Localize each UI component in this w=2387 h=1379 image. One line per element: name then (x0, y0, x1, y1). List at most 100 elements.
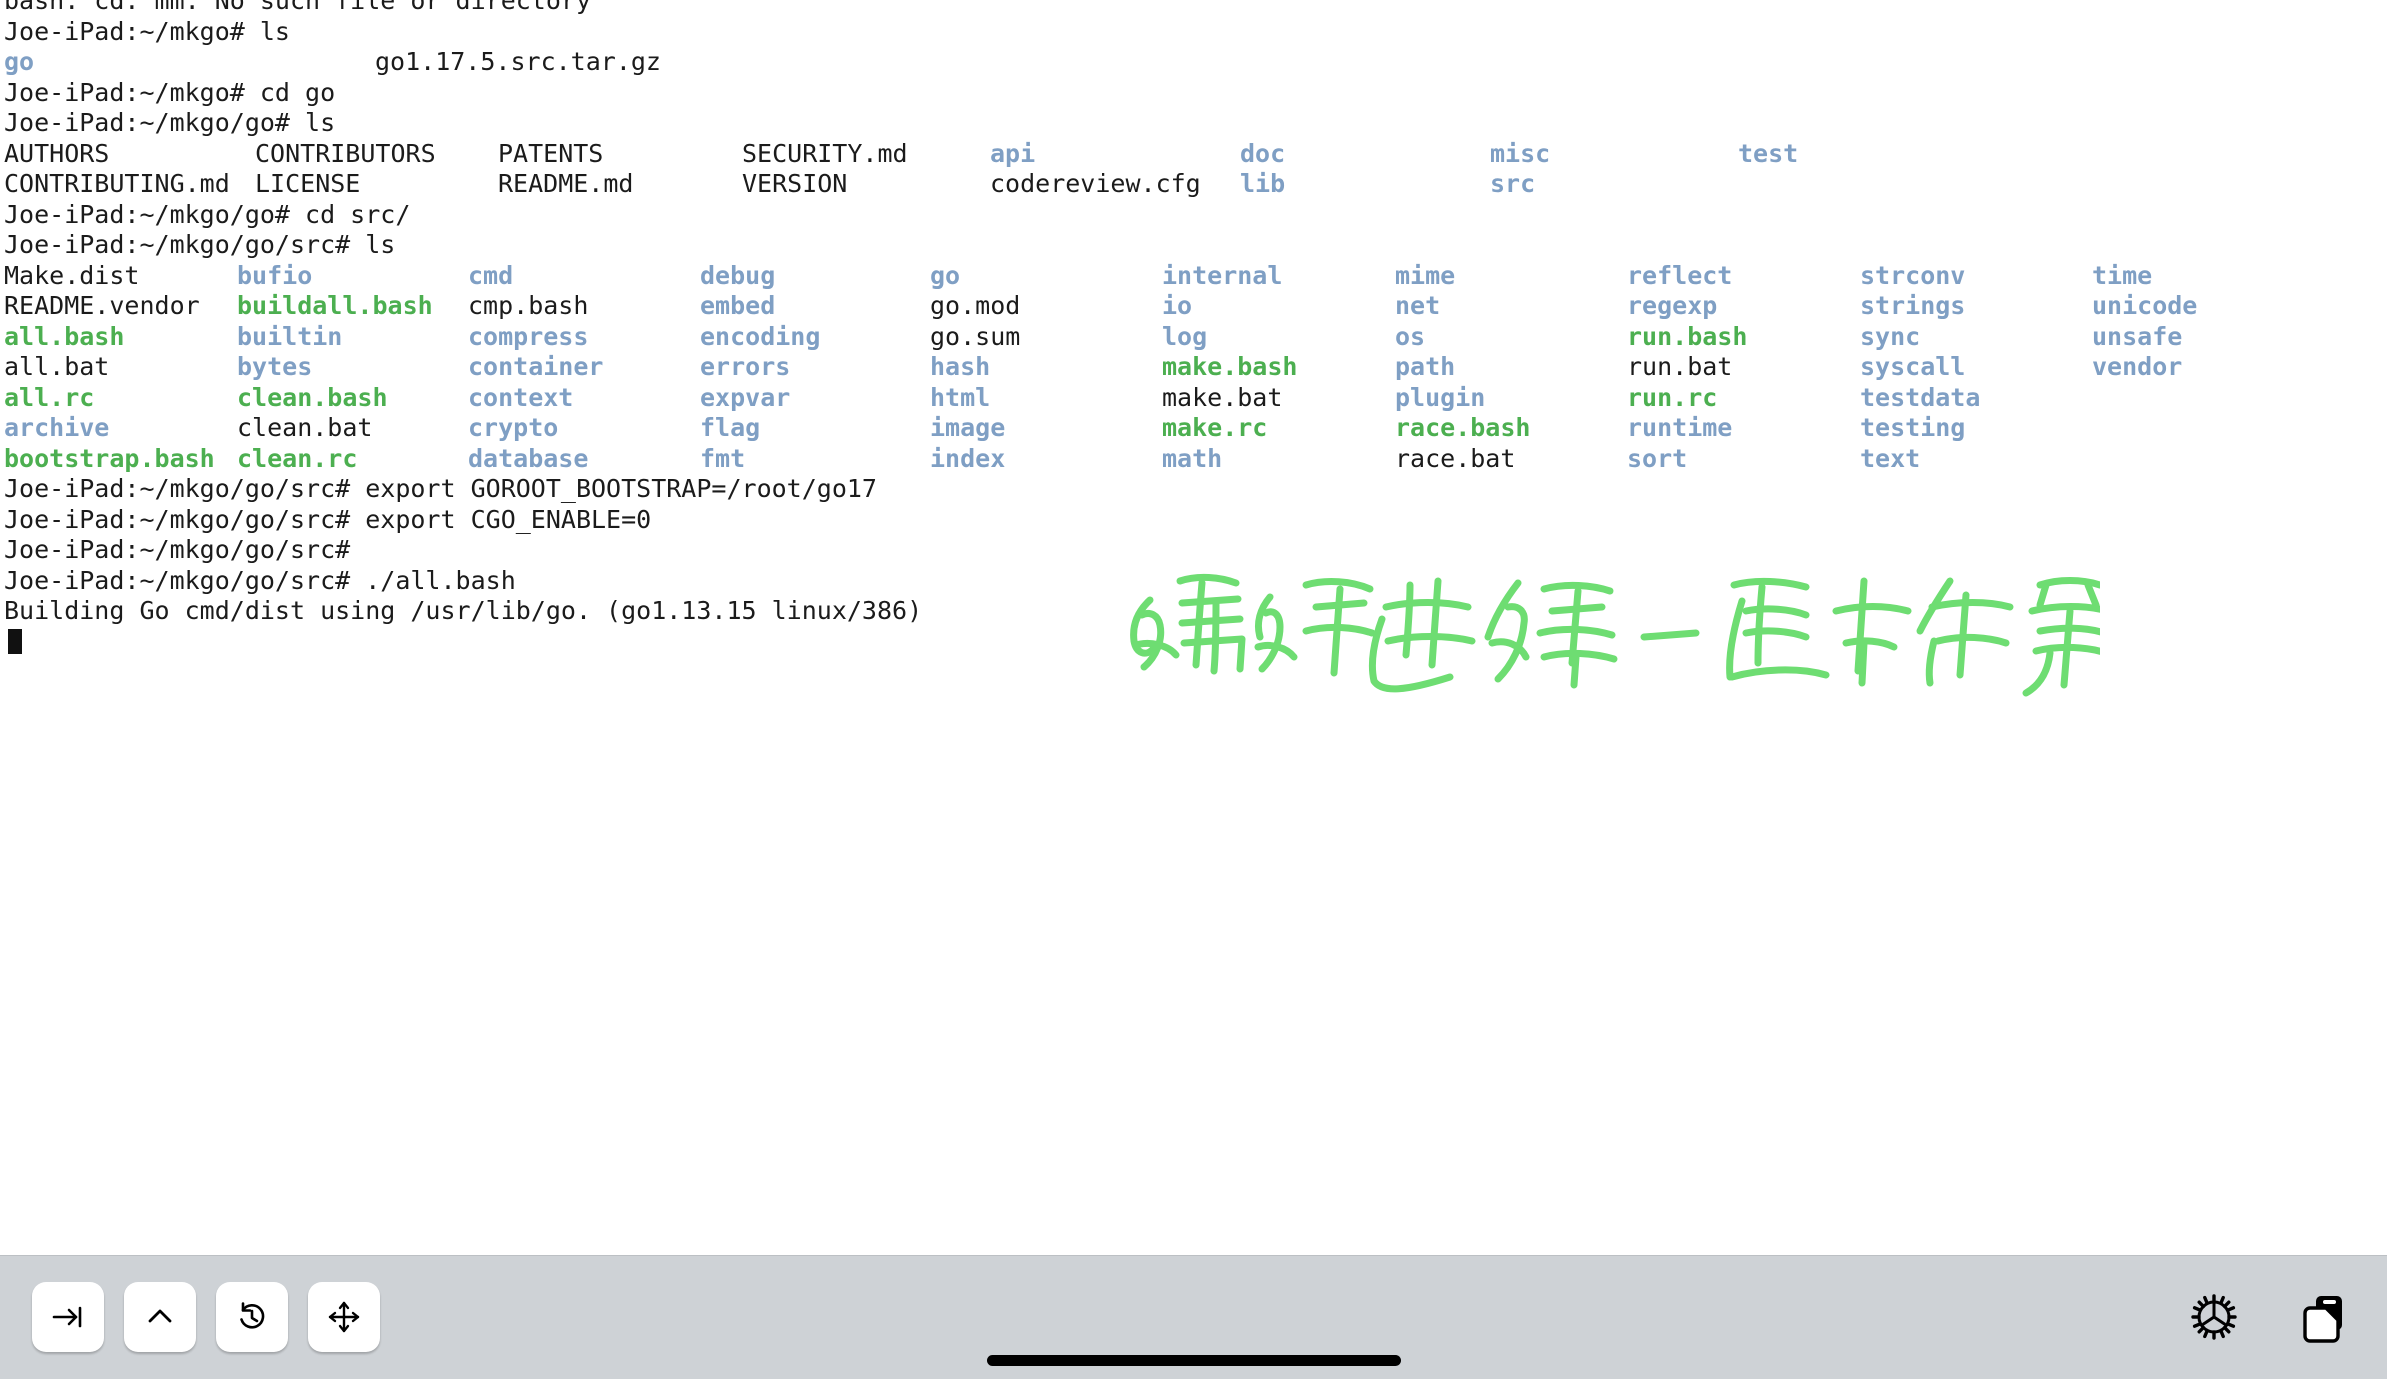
listing-entry: run.rc (1627, 382, 1718, 412)
listing-entry: SECURITY.md (742, 138, 908, 168)
terminal-line: Joe-iPad:~/mkgo/go# ls (4, 108, 336, 137)
listing-entry: clean.bat (237, 413, 373, 442)
listing-entry: make.bat (1162, 382, 1283, 412)
listing-entry: crypto (468, 413, 559, 442)
listing-entry: misc (1490, 138, 1551, 168)
listing-entry: go (930, 260, 961, 290)
ctrl-key-button[interactable] (124, 1282, 196, 1352)
listing-entry: clean.rc (237, 443, 358, 473)
listing-entry: text (1860, 443, 1921, 473)
listing-entry: context (468, 382, 574, 412)
listing-entry: plugin (1395, 382, 1486, 412)
listing-entry: Make.dist (4, 260, 140, 290)
listing-entry: LICENSE (255, 169, 361, 198)
terminal-line: bash: cd: mm: No such file or directory (4, 0, 591, 15)
listing-entry: all.rc (4, 382, 95, 412)
terminal-output[interactable]: bash: cd: mm: No such file or directory J… (0, 0, 2387, 1255)
terminal-listing-row: AUTHORS CONTRIBUTORS PATENTS SECURITY.md api… (0, 139, 2387, 170)
listing-entry: race.bash (1395, 413, 1531, 442)
toolbar-action-group (2185, 1288, 2353, 1346)
listing-entry: bootstrap.bash (4, 443, 215, 473)
listing-entry: cmd (468, 260, 514, 290)
terminal-line: Joe-iPad:~/mkgo/go/src# ls (4, 230, 396, 259)
listing-entry: codereview.cfg (990, 169, 1201, 198)
listing-entry: container (468, 352, 604, 381)
terminal-line: Joe-iPad:~/mkgo/go/src# ./all.bash (4, 565, 516, 595)
terminal-line: Joe-iPad:~/mkgo# cd go (4, 77, 336, 107)
listing-entry: lib (1240, 169, 1286, 198)
listing-entry: image (930, 413, 1006, 442)
listing-entry: strings (1860, 291, 1966, 320)
terminal-listing-row: bootstrap.bash clean.rc database fmt index ma… (0, 444, 2387, 475)
listing-entry: README.vendor (4, 291, 200, 320)
toolbar-key-group (32, 1282, 380, 1352)
listing-entry: testing (1860, 413, 1966, 442)
listing-entry: strconv (1860, 260, 1966, 290)
listing-entry: index (930, 443, 1006, 473)
listing-entry: net (1395, 291, 1441, 320)
history-key-button[interactable] (216, 1282, 288, 1352)
listing-entry: PATENTS (498, 138, 604, 168)
terminal-listing-row: archive clean.bat crypto flag image make.rc ra… (0, 413, 2387, 444)
listing-entry: make.bash (1162, 352, 1298, 381)
terminal-listing-row: Make.dist bufio cmd debug go internal mime refl… (0, 261, 2387, 292)
listing-entry: unsafe (2092, 321, 2183, 351)
settings-button[interactable] (2185, 1288, 2243, 1346)
listing-entry: test (1738, 138, 1799, 168)
listing-entry: make.rc (1162, 413, 1268, 442)
listing-entry: mime (1395, 260, 1456, 290)
listing-entry: doc (1240, 138, 1286, 168)
copy-documents-icon (2303, 1296, 2342, 1343)
listing-entry: VERSION (742, 169, 848, 198)
tab-key-button[interactable] (32, 1282, 104, 1352)
terminal-listing-row: CONTRIBUTING.md LICENSE README.md VERSION co… (0, 169, 2387, 200)
listing-entry: log (1162, 321, 1208, 351)
listing-entry: runtime (1627, 413, 1733, 442)
arrow-keys-button[interactable] (308, 1282, 380, 1352)
listing-entry: go.sum (930, 321, 1021, 351)
listing-entry: errors (700, 352, 791, 381)
gear-icon (2191, 1294, 2237, 1340)
terminal-line: Joe-iPad:~/mkgo/go/src# export CGO_ENABL… (4, 504, 652, 534)
listing-entry: clean.bash (237, 382, 388, 412)
listing-entry: os (1395, 321, 1426, 351)
listing-entry: database (468, 443, 589, 473)
listing-entry: testdata (1860, 382, 1981, 412)
move-arrows-icon (328, 1301, 360, 1333)
listing-entry: all.bash (4, 321, 125, 351)
terminal-cursor (0, 627, 2387, 658)
listing-entry: api (990, 138, 1036, 168)
tab-arrow-icon (52, 1306, 82, 1328)
listing-entry: time (2092, 260, 2153, 290)
listing-entry: cmp.bash (468, 291, 589, 320)
listing-entry: sync (1860, 321, 1921, 351)
listing-entry: unicode (2092, 291, 2198, 320)
terminal-line: Joe-iPad:~/mkgo/go# cd src/ (4, 199, 411, 229)
listing-entry: internal (1162, 260, 1283, 290)
listing-entry: expvar (700, 382, 791, 412)
listing-entry: compress (468, 321, 589, 351)
listing-entry: sort (1627, 443, 1688, 473)
listing-entry: flag (700, 413, 761, 442)
listing-entry: builtin (237, 321, 343, 351)
bottom-toolbar (0, 1255, 2387, 1379)
listing-entry: vendor (2092, 352, 2183, 381)
terminal-listing-row: all.bash builtin compress encoding go.sum log… (0, 322, 2387, 353)
listing-entry: bytes (237, 352, 313, 381)
listing-entry: math (1162, 443, 1223, 473)
listing-entry: html (930, 382, 991, 412)
listing-entry: all.bat (4, 352, 110, 381)
listing-entry: syscall (1860, 352, 1966, 381)
listing-entry: go.mod (930, 291, 1021, 320)
home-indicator (986, 1355, 1401, 1366)
listing-entry: encoding (700, 321, 821, 351)
listing-entry: embed (700, 291, 776, 320)
terminal-listing-row: go go1.17.5.src.tar.gz (0, 47, 2387, 78)
listing-entry: race.bat (1395, 443, 1516, 473)
listing-entry: io (1162, 291, 1193, 320)
copy-paste-button[interactable] (2295, 1288, 2353, 1346)
listing-entry: hash (930, 352, 991, 381)
listing-entry: archive (4, 413, 110, 442)
listing-entry: buildall.bash (237, 291, 433, 320)
terminal-listing-row: README.vendor buildall.bash cmp.bash embed g… (0, 291, 2387, 322)
